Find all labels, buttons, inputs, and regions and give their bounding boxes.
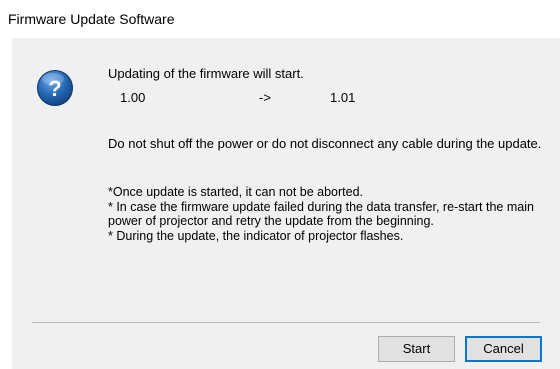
note-line: * In case the firmware update failed dur…	[108, 199, 534, 214]
new-version: 1.01	[330, 90, 356, 105]
cancel-button[interactable]: Cancel	[465, 336, 542, 362]
note-line: *Once update is started, it can not be a…	[108, 185, 364, 199]
button-separator	[32, 322, 540, 323]
version-arrow: ->	[259, 90, 271, 105]
start-button[interactable]: Start	[378, 336, 455, 362]
window-title: Firmware Update Software	[8, 11, 175, 27]
update-notes: *Once update is started, it can not be a…	[108, 185, 548, 243]
question-icon: ?	[37, 70, 73, 106]
note-line: power of projector and retry the update …	[108, 214, 434, 228]
svg-text:?: ?	[48, 76, 61, 101]
title-bar[interactable]: Firmware Update Software	[0, 0, 560, 38]
power-warning: Do not shut off the power or do not disc…	[108, 136, 542, 151]
dialog-window: Firmware Update Software ? Updating of t…	[0, 0, 560, 369]
current-version: 1.00	[120, 90, 146, 105]
update-heading: Updating of the firmware will start.	[108, 66, 304, 81]
note-line: * During the update, the indicator of pr…	[108, 228, 404, 243]
